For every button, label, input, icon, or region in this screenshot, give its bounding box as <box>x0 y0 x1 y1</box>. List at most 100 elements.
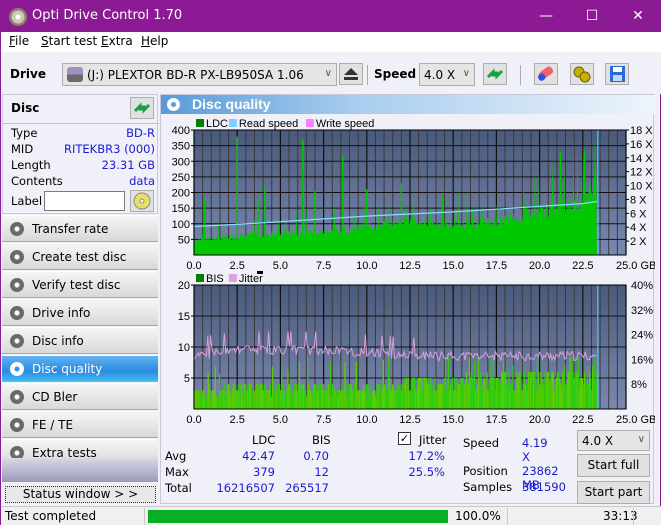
y2-tick-label: 8 X <box>630 194 647 206</box>
menu-help[interactable]: Help <box>141 34 168 48</box>
jitter-checkbox[interactable]: ✓ <box>398 432 411 445</box>
chevron-down-icon: ∨ <box>462 68 470 79</box>
status-text: Test completed <box>5 509 97 523</box>
divider <box>507 508 508 525</box>
divider <box>633 508 634 525</box>
nav-label: Disc info <box>32 334 84 348</box>
nav-disc-info[interactable]: Disc info <box>2 327 158 354</box>
nav-label: CD Bler <box>32 390 78 404</box>
y-tick-label: 150 <box>172 203 190 215</box>
save-button[interactable] <box>605 63 629 85</box>
divider <box>144 508 145 525</box>
y2-tick-label: 2 X <box>630 236 647 248</box>
speed-select-value: 4.0 X <box>424 68 456 82</box>
app-window: Opti Drive Control 1.70 — ☐ ✕ File Start… <box>0 0 661 525</box>
status-window-button[interactable]: Status window > > <box>5 486 156 503</box>
samples-label: Samples <box>463 480 513 494</box>
x-tick-label: 17.5 <box>486 414 507 425</box>
nav-label: Disc quality <box>32 362 103 376</box>
drive-select-value: (J:) PLEXTOR BD-R PX-LB950SA 1.06 <box>87 68 304 82</box>
y-tick-label: 50 <box>178 234 190 246</box>
legend-swatch <box>228 119 237 127</box>
nav-fe-te[interactable]: FE / TE <box>2 411 158 438</box>
drive-label: Drive <box>10 67 46 81</box>
start-part-button[interactable]: Start part <box>577 481 650 504</box>
test-speed-select[interactable]: 4.0 X ∨ <box>577 430 650 451</box>
y-tick-label: 250 <box>172 172 190 184</box>
toolbar-separator <box>520 65 521 85</box>
legend-label: BIS <box>206 273 224 285</box>
y2-tick-label: 10 X <box>630 181 653 193</box>
nav-spacer <box>2 458 158 482</box>
menu-start-test[interactable]: Start test <box>41 34 97 48</box>
nav-disc-quality[interactable]: Disc quality <box>2 355 158 382</box>
nav-label: FE / TE <box>32 418 74 432</box>
stats-col-bis: BIS <box>312 433 331 447</box>
legend-swatch <box>305 119 314 127</box>
drive-select[interactable]: (J:) PLEXTOR BD-R PX-LB950SA 1.06 ∨ <box>62 63 337 86</box>
disc-icon <box>10 222 24 236</box>
eject-button[interactable] <box>339 63 363 85</box>
nav-transfer-rate[interactable]: Transfer rate <box>2 215 158 242</box>
disc-icon <box>10 278 24 292</box>
disc-type-value: BD-R <box>126 126 155 140</box>
menu-start-test-accel: S <box>41 34 49 48</box>
position-label: Position <box>463 464 508 478</box>
x-tick-label: 10.0 <box>356 414 377 425</box>
stats-total-bis: 265517 <box>285 481 329 495</box>
stats-avg-jitter: 17.2% <box>408 449 445 463</box>
panel-title: Disc quality <box>192 96 271 112</box>
disc-refresh-button[interactable] <box>130 97 154 119</box>
maximize-button[interactable]: ☐ <box>569 1 615 32</box>
disc-label-input[interactable] <box>44 191 125 211</box>
title-bar: Opti Drive Control 1.70 — ☐ ✕ <box>1 1 661 32</box>
y2-tick-label: 4 X <box>630 222 647 234</box>
menu-extra-label: xtra <box>108 34 133 48</box>
stats-avg-bis: 0.70 <box>303 449 329 463</box>
y2-tick-label: 32% <box>631 305 653 317</box>
menu-bar: File Start test Extra Help <box>1 32 661 52</box>
x-tick-label: 25.0 GB <box>616 414 655 425</box>
menu-file-label: ile <box>15 34 30 48</box>
nav-label: Verify test disc <box>32 278 121 292</box>
disc-length-value: 23.31 GB <box>101 158 155 172</box>
y-tick-label: 100 <box>172 219 190 231</box>
disc-mid-key: MID <box>11 142 34 156</box>
y-tick-label: 300 <box>172 156 190 168</box>
disc-icon <box>10 390 24 404</box>
erase-button[interactable] <box>534 63 558 85</box>
x-tick-label: 20.0 <box>529 414 550 425</box>
menu-file[interactable]: File <box>9 34 29 48</box>
nav-cd-bler[interactable]: CD Bler <box>2 383 158 410</box>
settings-button[interactable] <box>570 63 594 85</box>
y2-tick-label: 6 X <box>630 208 647 220</box>
menu-help-label: elp <box>150 34 169 48</box>
x-tick-label: 2.5 <box>230 414 245 425</box>
minimize-button[interactable]: — <box>523 1 569 32</box>
menu-extra-accel: E <box>101 34 109 48</box>
speed-select[interactable]: 4.0 X ∨ <box>419 63 475 86</box>
y-tick-label: 20 <box>178 280 190 292</box>
status-bar: Test completed 100.0% 33:13 <box>1 506 661 525</box>
refresh-button[interactable] <box>483 63 507 85</box>
test-speed-value: 4.0 X <box>582 434 614 448</box>
y-tick-label: 10 <box>178 342 190 354</box>
disc-quality-icon <box>167 98 180 111</box>
disc-icon <box>133 192 151 210</box>
start-full-button[interactable]: Start full <box>577 454 650 477</box>
legend-label: Jitter <box>239 273 263 285</box>
y2-tick-label: 12 X <box>630 167 653 179</box>
nav-drive-info[interactable]: Drive info <box>2 299 158 326</box>
menu-extra[interactable]: Extra <box>101 34 133 48</box>
y2-tick-label: 18 X <box>630 125 653 137</box>
close-button[interactable]: ✕ <box>615 1 661 32</box>
nav-verify-test-disc[interactable]: Verify test disc <box>2 271 158 298</box>
disc-icon <box>10 306 24 320</box>
x-tick-label: 22.5 <box>572 414 593 425</box>
y-tick-label: 400 <box>172 125 190 137</box>
y2-tick-label: 14 X <box>630 153 653 165</box>
jitter-label: Jitter <box>419 433 447 447</box>
disc-label-button[interactable] <box>130 190 154 212</box>
nav-create-test-disc[interactable]: Create test disc <box>2 243 158 270</box>
legend-swatch <box>196 119 204 127</box>
